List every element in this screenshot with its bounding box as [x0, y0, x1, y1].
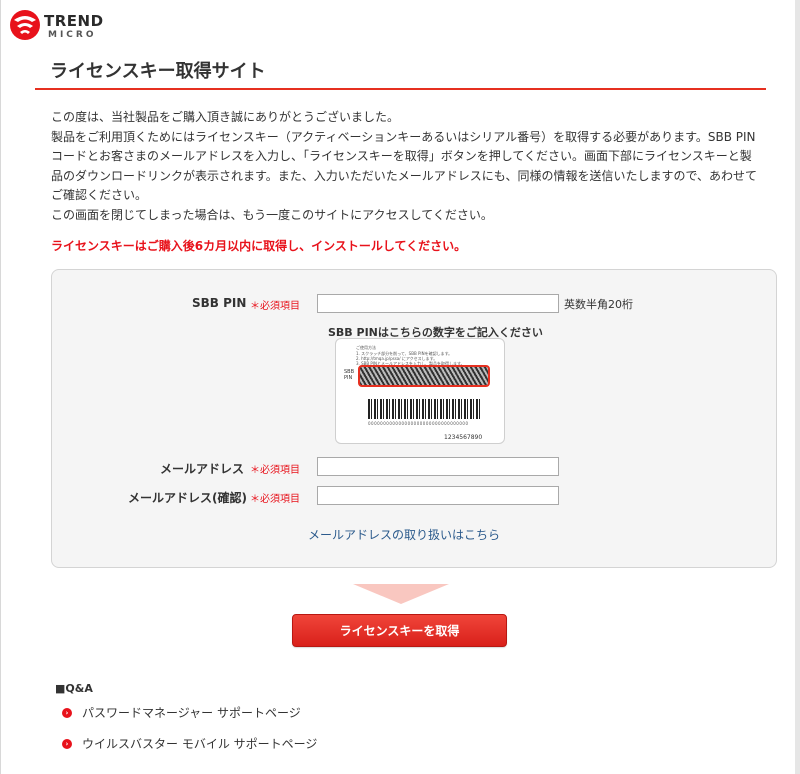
- email-label: メールアドレス: [160, 462, 245, 476]
- get-license-key-button[interactable]: ライセンスキーを取得: [292, 614, 507, 647]
- email-required-mark: ＊必須項目: [250, 465, 300, 476]
- warning-text: ライセンスキーはご購入後6カ月以内に取得し、インストールしてください。: [51, 239, 467, 253]
- card-serial-number: 1234567890: [444, 434, 483, 441]
- qa-item-password-manager[interactable]: › パスワードマネージャー サポートページ: [62, 704, 301, 721]
- down-arrow-icon: [353, 584, 449, 604]
- card-scratch-area: [358, 365, 490, 387]
- email-confirm-input[interactable]: [317, 486, 559, 505]
- card-barcode-digits: 000000000000000000000000000000000: [368, 421, 469, 426]
- qa-section-title: ■Q&A: [55, 682, 93, 695]
- sbb-pin-hint: 英数半角20桁: [564, 298, 633, 311]
- privacy-policy-link[interactable]: メールアドレスの取り扱いはこちら: [308, 526, 500, 543]
- qa-item-virus-buster-mobile[interactable]: › ウイルスバスター モバイル サポートページ: [62, 735, 317, 752]
- chevron-right-icon: ›: [62, 738, 72, 749]
- title-divider: [35, 88, 766, 90]
- email-confirm-required-mark: ＊必須項目: [250, 494, 300, 505]
- chevron-right-icon: ›: [62, 707, 72, 718]
- trend-micro-logo: TREND MICRO: [8, 8, 108, 44]
- intro-paragraph-1: この度は、当社製品をご購入頂き誠にありがとうございました。: [51, 110, 400, 124]
- sbb-pin-label: SBB PIN: [192, 296, 247, 310]
- sbb-pin-input[interactable]: [317, 294, 559, 313]
- window-left-edge: [0, 0, 1, 774]
- intro-text: この度は、当社製品をご購入頂き誠にありがとうございました。 製品をご利用頂くため…: [51, 108, 763, 225]
- sbb-pin-card-image: ご使用方法 1. スクラッチ部分を削って、SBB PINを確認します。 2. h…: [335, 338, 505, 444]
- logo-text-trend: TREND: [44, 12, 104, 30]
- sbb-pin-required-mark: ＊必須項目: [250, 301, 300, 312]
- intro-paragraph-2: 製品をご利用頂くためにはライセンスキー（アクティベーションキーあるいはシリアル番…: [51, 129, 757, 203]
- logo-text-micro: MICRO: [48, 30, 97, 40]
- barcode-image: [368, 399, 480, 419]
- trend-micro-logo-icon: [10, 10, 40, 40]
- card-pin-label-line-2: PIN: [344, 375, 353, 381]
- qa-link-password-manager[interactable]: パスワードマネージャー サポートページ: [82, 704, 301, 721]
- window-scrollbar-track[interactable]: [795, 0, 800, 774]
- card-heading: ご使用方法: [356, 345, 376, 350]
- intro-paragraph-3: この画面を閉じてしまった場合は、もう一度このサイトにアクセスしてください。: [51, 207, 493, 222]
- email-input[interactable]: [317, 457, 559, 476]
- page-title: ライセンスキー取得サイト: [50, 61, 266, 82]
- qa-link-virus-buster-mobile[interactable]: ウイルスバスター モバイル サポートページ: [82, 735, 317, 752]
- card-pin-label: SBB PIN: [344, 369, 354, 381]
- email-confirm-label: メールアドレス(確認): [128, 491, 247, 505]
